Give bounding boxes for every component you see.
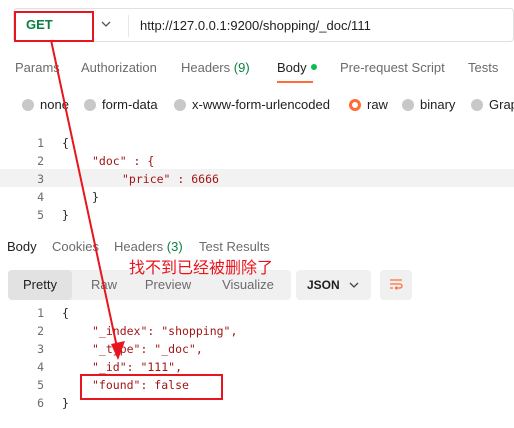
annotation-arrow-icon xyxy=(50,39,125,360)
